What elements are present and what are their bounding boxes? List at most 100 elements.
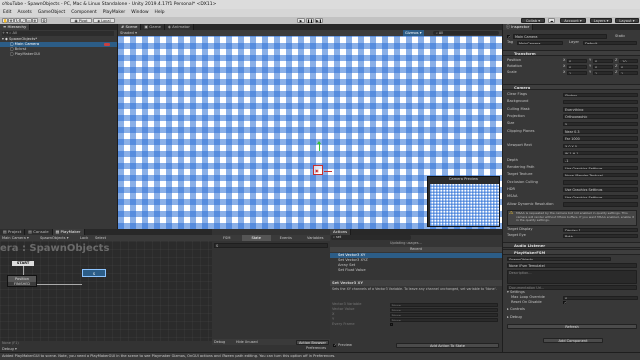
camera-prop-value[interactable]: Skybox (563, 92, 638, 98)
target-eye-dropdown[interactable]: Both (563, 233, 638, 239)
actions-search-input[interactable]: ⌕ set (331, 235, 411, 240)
menu-help[interactable]: Help (152, 9, 168, 17)
static-toggle[interactable]: Static (615, 34, 625, 39)
camera-prop-value[interactable]: Use Graphics Settings (563, 165, 638, 171)
param-vector3-field[interactable]: None (390, 302, 498, 308)
local-toggle[interactable]: ◈ Local (93, 18, 115, 23)
state-node-selected[interactable]: S (82, 269, 106, 277)
object-active-checkbox[interactable] (507, 35, 511, 39)
tag-dropdown[interactable]: MainCamera (517, 40, 563, 46)
fsm-description-field[interactable]: Description... (507, 270, 637, 284)
actions-search-value: set (335, 235, 342, 239)
camera-preview: Camera Preview (427, 176, 500, 227)
hierarchy-search[interactable]: + ▾ ⌕ All (2, 31, 114, 36)
menu-window[interactable]: Window (128, 9, 151, 17)
documentation-url-field[interactable]: Documentation Url... (507, 285, 637, 290)
transform-tool-icon[interactable]: ⊕ (32, 18, 38, 23)
rotation-y-field[interactable]: 0 (593, 64, 613, 70)
tab-inspector[interactable]: ⓘ Inspector (503, 24, 534, 30)
tab-fsm[interactable]: FSM (212, 235, 242, 241)
menu-gameobject[interactable]: GameObject (35, 9, 68, 17)
position-x-field[interactable]: 0 (567, 58, 587, 64)
rotation-x-field[interactable]: 0 (567, 64, 587, 70)
recent-header[interactable]: Recent (330, 247, 502, 252)
rotation-z-field[interactable]: 0 (619, 64, 638, 70)
play-button-icon[interactable]: ▶ (297, 18, 305, 23)
fsm-graph-canvas[interactable] (0, 241, 212, 341)
scale-x-field[interactable]: 1 (567, 70, 587, 76)
menu-assets[interactable]: Assets (15, 9, 35, 17)
transform-header[interactable]: Transform (503, 50, 640, 56)
fsm-template-field[interactable]: None (Fsm Template) (507, 263, 637, 268)
object-name-field[interactable]: Main Camera (513, 34, 607, 39)
custom-tool-icon[interactable]: ⚙ (41, 18, 47, 23)
account-dropdown[interactable]: Account ▾ (560, 18, 586, 23)
action-browser-button[interactable]: Action Browser (296, 339, 329, 345)
camera-preview-title: Camera Preview (448, 177, 479, 181)
max-loop-field[interactable]: 0 (563, 295, 638, 301)
preferences-link[interactable]: Preferences (306, 345, 326, 352)
local-label: Local (101, 19, 111, 23)
pivot-toggle[interactable]: ◉ Pivot (70, 18, 92, 23)
menu-edit[interactable]: Edit (0, 9, 15, 17)
param-every-frame-check[interactable] (390, 323, 394, 327)
preview-checkbox[interactable] (333, 343, 337, 348)
scene-search-input[interactable]: ⌕ All (433, 31, 499, 35)
camera-prop-value[interactable]: 5 (563, 121, 638, 127)
camera-prop-value[interactable]: Orthographic (563, 114, 638, 119)
layers-dropdown[interactable]: Layers ▾ (590, 18, 612, 23)
layout-dropdown[interactable]: Layout ▾ (615, 18, 639, 23)
fsm-name-field[interactable]: SpawnObjects (507, 256, 611, 262)
refresh-button[interactable]: Refresh (507, 324, 637, 329)
debug-dropdown[interactable]: Debug ▾ (2, 346, 17, 352)
camera-prop-value[interactable]: W 1 H 1 (563, 150, 638, 156)
camera-prop-value[interactable]: X 0 Y 0 (563, 143, 638, 149)
camera-prop-value[interactable]: Use Graphics Settings (563, 187, 638, 192)
param-x-field[interactable]: None (390, 312, 498, 318)
tab-variables[interactable]: Variables (300, 235, 330, 241)
param-vector-value-field[interactable]: None (390, 307, 498, 313)
playmakerfsm-header[interactable]: PlayMakerFSM (503, 249, 640, 255)
state-node-position[interactable]: Position FINISHED (7, 275, 37, 287)
camera-header[interactable]: Camera (503, 84, 640, 90)
add-action-button[interactable]: Add Action To State (396, 342, 499, 348)
camera-prop-value[interactable]: Everything (563, 107, 638, 112)
collab-button[interactable]: Collab ▾ (521, 18, 545, 23)
camera-prop-value[interactable]: -1 (563, 158, 638, 163)
camera-prop-value[interactable] (563, 202, 638, 207)
camera-prop-label: Viewport Rect (507, 143, 532, 148)
debug-foldout[interactable]: ▸ Debug (507, 315, 522, 320)
add-component-button[interactable]: Add Component (543, 338, 603, 343)
layer-dropdown[interactable]: Default (583, 40, 637, 46)
action-item-set-float-value[interactable]: Set Float Value (338, 268, 498, 273)
scale-y-field[interactable]: 1 (593, 70, 613, 76)
reset-on-disable-checkbox[interactable] (563, 301, 567, 305)
camera-prop-value[interactable]: Use Graphics Settings (563, 194, 638, 200)
target-display-dropdown[interactable]: Display 1 (563, 227, 638, 233)
scale-z-field[interactable]: 1 (619, 70, 638, 76)
audio-listener-header[interactable]: Audio Listener (503, 242, 640, 248)
state-name-field[interactable]: S (214, 243, 328, 248)
camera-prop-value[interactable]: Far 1000 (563, 136, 638, 141)
step-button-icon[interactable]: ▶❚ (315, 18, 323, 23)
position-z-field[interactable]: -10 (619, 58, 638, 64)
camera-prop-value[interactable] (563, 180, 638, 185)
camera-prop-value[interactable] (563, 99, 638, 105)
debug-label: Debug (2, 347, 14, 351)
controls-foldout[interactable]: ▸ Controls (507, 307, 525, 312)
tab-hierarchy[interactable]: ≡ Hierarchy (0, 24, 31, 30)
tab-state[interactable]: State (241, 235, 271, 241)
camera-prop-value[interactable]: Near 0.3 (563, 129, 638, 134)
param-y-field[interactable]: None (390, 317, 498, 323)
pause-button-icon[interactable]: ❚❚ (306, 18, 314, 23)
cloud-icon[interactable]: ☁ (548, 18, 555, 23)
fsm-inspector-tabs: FSM State Events Variables (212, 235, 330, 241)
menu-playmaker[interactable]: PlayMaker (100, 9, 129, 17)
tab-events[interactable]: Events (271, 235, 301, 241)
menu-component[interactable]: Component (68, 9, 100, 17)
camera-prop-value[interactable]: None (Render Texture) (563, 172, 638, 178)
position-y-field[interactable]: 0 (593, 58, 613, 64)
camera-prop-label: Projection (507, 113, 525, 118)
hierarchy-item-playmakergui[interactable]: ▢ PlayMakerGUI (10, 52, 110, 57)
x-axis-gizmo[interactable] (324, 171, 332, 172)
